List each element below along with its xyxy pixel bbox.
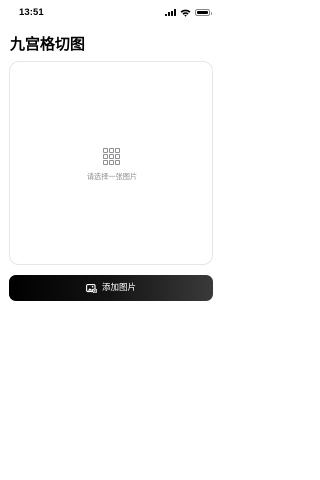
add-image-button[interactable]: 添加图片 — [9, 275, 213, 301]
screen: 13:51 九宫格切图 请选择一张图片 添加图片 — [0, 0, 222, 480]
status-icons — [165, 8, 212, 17]
placeholder-text: 请选择一张图片 — [86, 172, 138, 181]
battery-icon — [195, 8, 212, 17]
status-bar: 13:51 — [0, 0, 222, 26]
grid-3x3-icon — [103, 148, 120, 165]
add-image-button-label: 添加图片 — [101, 283, 136, 293]
page-title: 九宫格切图 — [10, 35, 86, 53]
photo-add-icon — [86, 283, 97, 293]
wifi-icon — [180, 9, 191, 17]
cellular-signal-icon — [165, 9, 176, 16]
image-placeholder-card[interactable]: 请选择一张图片 — [9, 61, 213, 265]
status-time: 13:51 — [19, 7, 44, 18]
